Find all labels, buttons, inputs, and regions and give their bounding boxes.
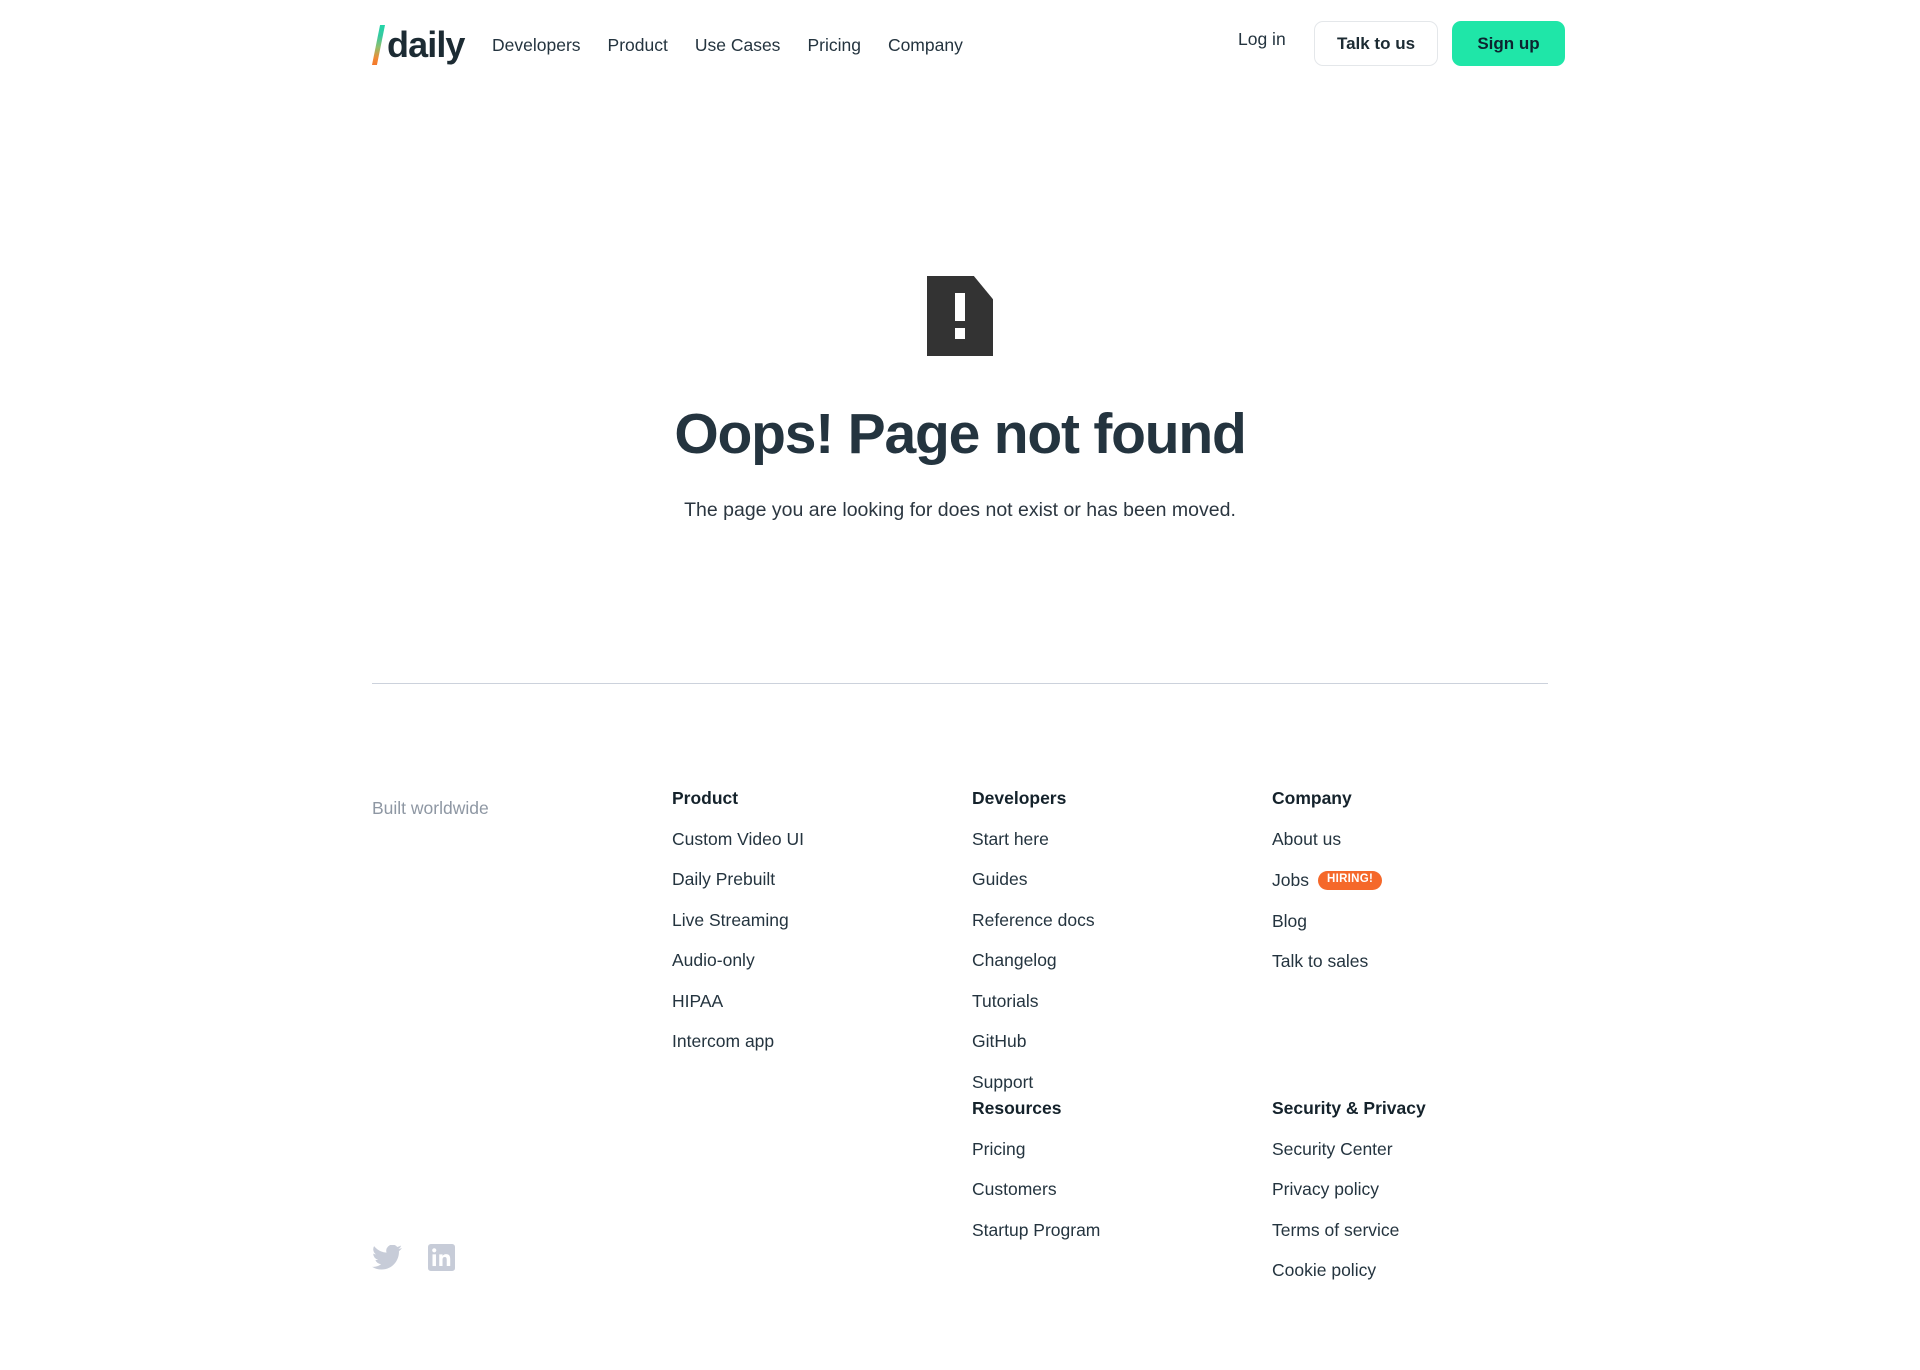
footer-link-privacy-policy[interactable]: Privacy policy	[1272, 1180, 1379, 1199]
footer-link-talk-to-sales[interactable]: Talk to sales	[1272, 952, 1368, 971]
twitter-link[interactable]	[372, 1245, 402, 1270]
social-links	[372, 1244, 455, 1271]
list-item: Guides	[972, 870, 1232, 889]
footer-heading-security-privacy: Security & Privacy	[1272, 1098, 1426, 1118]
footer-link-startup-program[interactable]: Startup Program	[972, 1221, 1100, 1240]
footer-heading-company: Company	[1272, 788, 1352, 808]
footer-link-tutorials[interactable]: Tutorials	[972, 992, 1038, 1011]
footer-link-reference-docs[interactable]: Reference docs	[972, 911, 1095, 930]
footer-column-product: Product Custom Video UI Daily Prebuilt L…	[672, 788, 932, 1051]
list-item: Start here	[972, 830, 1232, 849]
list-item: Talk to sales	[1272, 952, 1532, 971]
status-badge-hiring: HIRING!	[1317, 871, 1383, 890]
footer-column-resources: Resources Pricing Customers Startup Prog…	[972, 1098, 1232, 1240]
footer-link-blog[interactable]: Blog	[1272, 912, 1307, 931]
footer-link-jobs[interactable]: Jobs	[1272, 871, 1309, 890]
footer-link-guides[interactable]: Guides	[972, 870, 1027, 889]
footer-link-custom-video-ui[interactable]: Custom Video UI	[672, 830, 804, 849]
footer-link-terms-of-service[interactable]: Terms of service	[1272, 1221, 1399, 1240]
footer-link-support[interactable]: Support	[972, 1073, 1033, 1092]
nav-item-use-cases[interactable]: Use Cases	[695, 37, 781, 55]
footer-link-cookie-policy[interactable]: Cookie policy	[1272, 1261, 1376, 1280]
list-item: Live Streaming	[672, 911, 932, 930]
footer-link-customers[interactable]: Customers	[972, 1180, 1057, 1199]
page-subtitle: The page you are looking for does not ex…	[684, 498, 1236, 521]
footer-list-resources: Pricing Customers Startup Program	[972, 1140, 1232, 1240]
footer-link-intercom-app[interactable]: Intercom app	[672, 1032, 774, 1051]
twitter-icon	[372, 1245, 402, 1270]
page-root: daily Developers Product Use Cases Prici…	[0, 0, 1920, 1370]
footer-column-developers: Developers Start here Guides Reference d…	[972, 788, 1232, 1092]
footer-link-pricing[interactable]: Pricing	[972, 1140, 1026, 1159]
list-item: Support	[972, 1073, 1232, 1092]
list-item: Security Center	[1272, 1140, 1532, 1159]
footer-list-product: Custom Video UI Daily Prebuilt Live Stre…	[672, 830, 932, 1051]
primary-nav: Developers Product Use Cases Pricing Com…	[492, 0, 963, 92]
nav-item-pricing[interactable]: Pricing	[807, 37, 861, 55]
list-item: GitHub	[972, 1032, 1232, 1051]
footer-heading-resources: Resources	[972, 1098, 1062, 1118]
list-item: Reference docs	[972, 911, 1232, 930]
footer-list-company: About us Jobs HIRING! Blog Talk to sales	[1272, 830, 1532, 971]
list-item: Pricing	[972, 1140, 1232, 1159]
list-item: HIPAA	[672, 992, 932, 1011]
list-item: Custom Video UI	[672, 830, 932, 849]
footer-link-hipaa[interactable]: HIPAA	[672, 992, 723, 1011]
brand-wordmark: daily	[387, 24, 465, 65]
list-item: Privacy policy	[1272, 1180, 1532, 1199]
site-header: daily Developers Product Use Cases Prici…	[0, 0, 1920, 92]
list-item: Customers	[972, 1180, 1232, 1199]
footer-link-changelog[interactable]: Changelog	[972, 951, 1057, 970]
slash-gradient-icon	[372, 25, 385, 65]
footer-heading-developers: Developers	[972, 788, 1067, 808]
list-item: Cookie policy	[1272, 1261, 1532, 1280]
list-item: Terms of service	[1272, 1221, 1532, 1240]
nav-item-product[interactable]: Product	[608, 37, 668, 55]
list-item: About us	[1272, 830, 1532, 849]
error-hero: Oops! Page not found The page you are lo…	[0, 276, 1920, 524]
list-item: Tutorials	[972, 992, 1232, 1011]
footer-link-security-center[interactable]: Security Center	[1272, 1140, 1393, 1159]
login-link[interactable]: Log in	[1238, 29, 1286, 50]
talk-to-us-button[interactable]: Talk to us	[1314, 21, 1438, 66]
list-item: Audio-only	[672, 951, 932, 970]
list-item: Changelog	[972, 951, 1232, 970]
footer-link-about-us[interactable]: About us	[1272, 830, 1341, 849]
sign-up-button[interactable]: Sign up	[1452, 21, 1565, 66]
footer-list-security-privacy: Security Center Privacy policy Terms of …	[1272, 1140, 1532, 1280]
footer-link-live-streaming[interactable]: Live Streaming	[672, 911, 789, 930]
footer-link-audio-only[interactable]: Audio-only	[672, 951, 755, 970]
footer-column-security-privacy: Security & Privacy Security Center Priva…	[1272, 1098, 1532, 1280]
footer-link-start-here[interactable]: Start here	[972, 830, 1049, 849]
footer-list-developers: Start here Guides Reference docs Changel…	[972, 830, 1232, 1092]
linkedin-link[interactable]	[428, 1244, 455, 1271]
nav-item-developers[interactable]: Developers	[492, 37, 581, 55]
list-item: Blog	[1272, 912, 1532, 931]
footer-link-daily-prebuilt[interactable]: Daily Prebuilt	[672, 870, 775, 889]
footer-link-github[interactable]: GitHub	[972, 1032, 1026, 1051]
footer-tagline: Built worldwide	[372, 798, 489, 818]
list-item: Startup Program	[972, 1221, 1232, 1240]
brand-logo[interactable]: daily	[372, 22, 465, 68]
page-title: Oops! Page not found	[674, 402, 1246, 466]
list-item: Daily Prebuilt	[672, 870, 932, 889]
document-alert-icon	[927, 276, 993, 356]
header-inner: daily Developers Product Use Cases Prici…	[0, 0, 1920, 92]
section-divider	[372, 683, 1548, 684]
linkedin-icon	[428, 1244, 455, 1271]
list-item: Jobs HIRING!	[1272, 871, 1532, 890]
footer-heading-product: Product	[672, 788, 739, 808]
nav-item-company[interactable]: Company	[888, 37, 963, 55]
footer-column-company: Company About us Jobs HIRING! Blog Talk …	[1272, 788, 1532, 971]
list-item: Intercom app	[672, 1032, 932, 1051]
